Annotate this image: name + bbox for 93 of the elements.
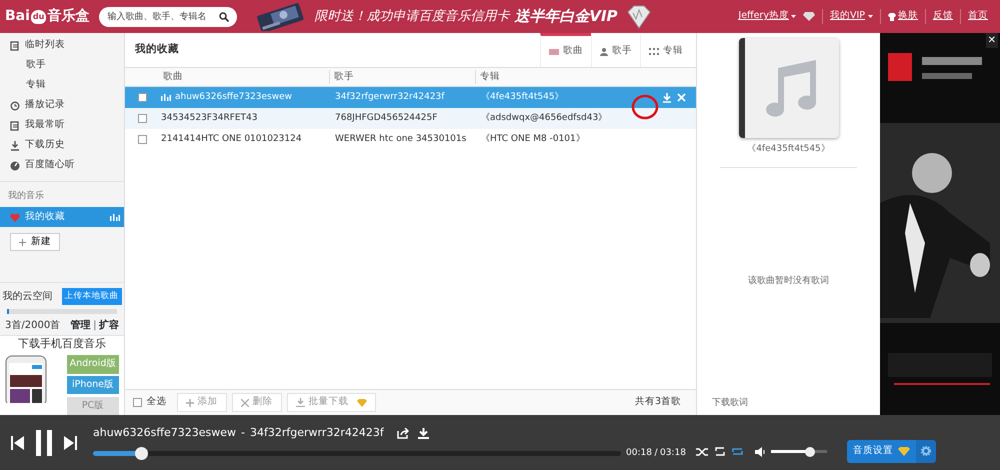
now-playing-artist: 34f32rfgerwrr32r42423f: [250, 425, 384, 441]
link-divider: |: [93, 318, 96, 333]
column-header[interactable]: 歌曲: [159, 70, 329, 84]
download-icon: [10, 140, 20, 150]
sidebar-item[interactable]: 我最常听: [0, 116, 124, 136]
table-cell-text: 《4fe435ft4t545》: [480, 90, 565, 104]
total-time: 03:18: [660, 446, 686, 460]
promo-title: 下载手机百度音乐: [17, 336, 107, 352]
nav-link[interactable]: 反馈: [925, 9, 960, 24]
nav-link[interactable]: 首页: [960, 9, 995, 24]
vip-badge-icon: [898, 447, 910, 456]
select-all-label: 全选: [146, 395, 166, 410]
download-icon: [418, 428, 429, 439]
equalizer-icon: [110, 214, 120, 220]
sidebar-item[interactable]: 下载历史: [0, 136, 124, 156]
grid-icon: [649, 48, 659, 55]
table-cell-text: 《HTC ONE M8 -0101》: [480, 132, 586, 146]
next-icon: [64, 436, 78, 450]
search-field[interactable]: 输入歌曲、歌手、专辑名: [99, 6, 238, 26]
checkbox[interactable]: [138, 93, 146, 102]
close-icon: [677, 93, 686, 102]
song-count: 共有3首歌: [634, 395, 681, 410]
column-header[interactable]: 歌手: [329, 70, 475, 84]
quality-settings-button[interactable]: 音质设置: [846, 440, 916, 463]
settings-button[interactable]: [916, 440, 936, 463]
table-cell-text: WERWER htc one 34530101s: [334, 132, 468, 146]
lyrics-message: 该歌曲暂时没有歌词: [748, 274, 829, 288]
progress-handle[interactable]: [134, 446, 148, 460]
logo[interactable]: Bai du 音乐盒: [5, 6, 90, 27]
search-icon: [219, 12, 230, 22]
list-icon: [10, 40, 20, 50]
repeat-icon: [714, 446, 726, 457]
song-title: 34534523F34RFET43: [161, 112, 258, 125]
caret-icon: [791, 15, 796, 18]
loop-icon: [730, 446, 744, 457]
elapsed-time: 00:18: [626, 446, 652, 460]
pause-icon: [34, 430, 54, 456]
heart-icon: [10, 212, 20, 222]
disc-icon: [10, 160, 20, 170]
caret-icon: [868, 15, 872, 18]
now-playing-title: ahuw6326sffe7323eswew: [93, 425, 236, 441]
song-row[interactable]: 2141414HTC ONE 0101023124 WERWER htc one 34530101s 《HTC ONE M8 -0101》: [125, 129, 696, 150]
banner-headline[interactable]: 送半年白金VIP: [514, 5, 618, 28]
vip-badge-icon: [356, 398, 366, 406]
sidebar-item[interactable]: 百度随心听: [0, 156, 124, 176]
person-icon: [600, 47, 608, 56]
cloud-title: 我的云空间: [2, 290, 52, 304]
volume-handle[interactable]: [805, 446, 816, 456]
shirt-icon: [888, 12, 896, 20]
section-title: 我的音乐: [7, 190, 45, 202]
shuffle-icon: [696, 446, 709, 456]
title-separator: -: [241, 425, 245, 441]
time-divider: /: [654, 446, 658, 460]
song-row[interactable]: 34534523F34RFET43 768JHFGD456524425F 《adsdwqx@4656edfsd43》: [125, 108, 696, 129]
share-icon: [396, 428, 409, 439]
checkbox[interactable]: [138, 135, 146, 144]
album-name: 《4fe435ft4t545》: [720, 143, 858, 168]
settings-icon: [920, 446, 931, 456]
select-all-checkbox[interactable]: [132, 398, 142, 407]
nav-link[interactable]: Jeffery热度: [731, 9, 822, 24]
checkbox[interactable]: [138, 114, 146, 123]
table-cell-text: 34f32rfgerwrr32r42423f: [334, 90, 446, 104]
panel-title: 我的收藏: [134, 42, 179, 58]
storage-link[interactable]: 管理: [70, 318, 91, 333]
sidebar-item[interactable]: 专辑: [0, 76, 124, 96]
download-icon: [662, 92, 672, 102]
storage-link[interactable]: 扩容: [99, 318, 119, 333]
storage-usage: 3首/2000首: [5, 318, 60, 333]
lyrics-download-link[interactable]: 下载歌词: [712, 396, 748, 410]
nav-link[interactable]: 换肤: [880, 9, 925, 24]
banner-text[interactable]: 限时送！成功申请百度音乐信用卡: [314, 6, 510, 26]
history-icon: [10, 100, 20, 110]
volume-icon: [754, 446, 766, 456]
close-icon: [240, 398, 248, 406]
song-title: 2141414HTC ONE 0101023124: [161, 132, 302, 146]
phone-drawing: [5, 355, 47, 404]
plus-icon: [186, 398, 194, 406]
song-title: ahuw6326sffe7323eswew: [175, 90, 292, 104]
bar-icon: [549, 48, 559, 54]
list-icon: [10, 120, 20, 130]
download-icon: [296, 398, 304, 407]
table-cell-text: 768JHFGD456524425F: [334, 112, 438, 125]
ad-close-button[interactable]: ✕: [986, 33, 998, 48]
previous-icon: [10, 436, 24, 450]
sidebar-item[interactable]: 播放记录: [0, 96, 124, 116]
sidebar-item[interactable]: 临时列表: [0, 36, 124, 56]
table-cell-text: 《adsdwqx@4656edfsd43》: [480, 112, 608, 125]
diamond-icon: [802, 12, 815, 21]
new-playlist-button[interactable]: 新建: [10, 233, 60, 252]
column-header[interactable]: 专辑: [475, 70, 625, 84]
sidebar-item[interactable]: 歌手: [0, 56, 124, 76]
nav-link[interactable]: 我的VIP: [822, 9, 880, 24]
plus-icon: [19, 238, 26, 246]
